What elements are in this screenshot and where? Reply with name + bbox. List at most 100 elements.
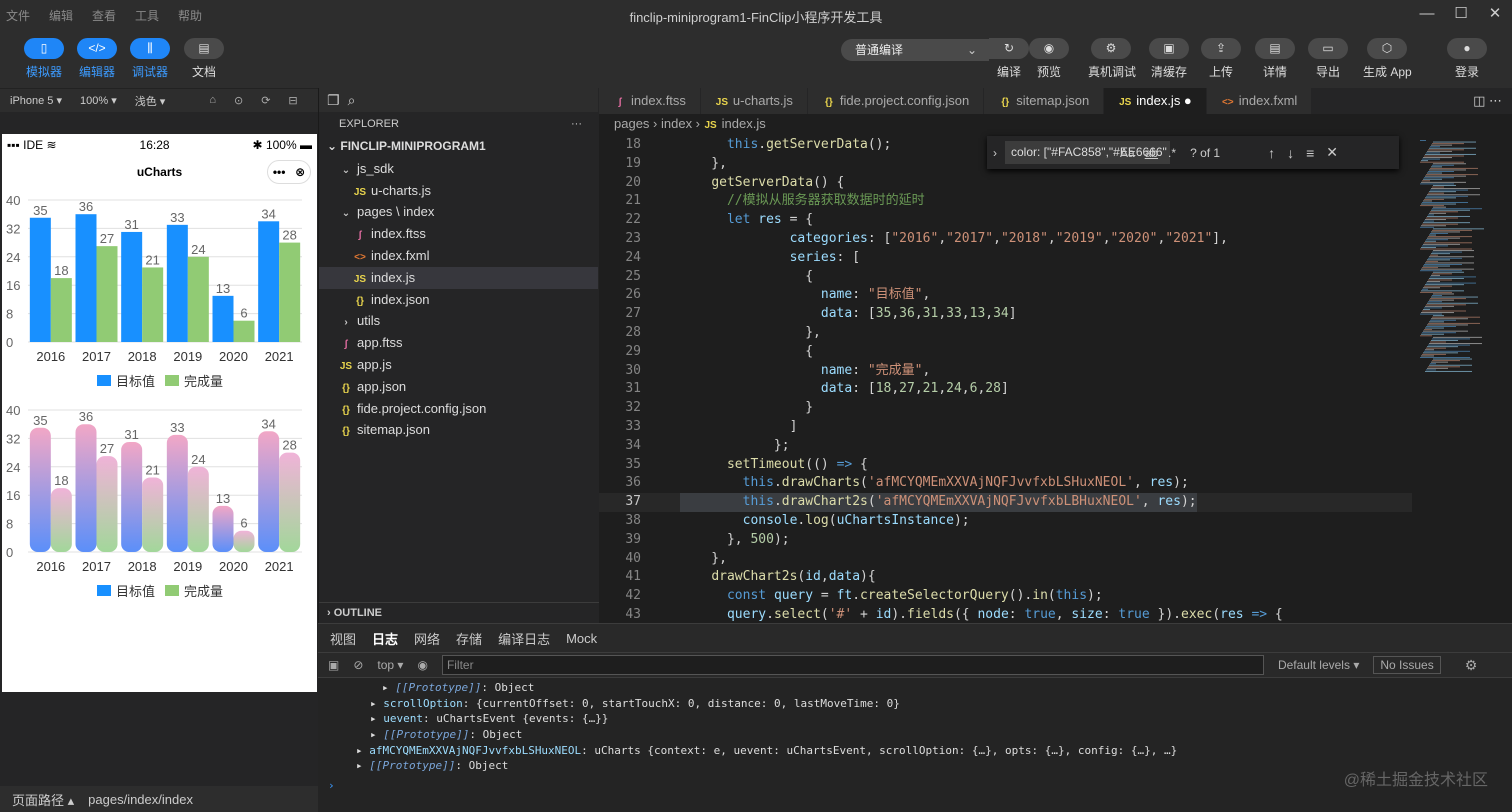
- code-area[interactable]: 18 this.getServerData(); 19 }, 20 getServe…: [599, 136, 1412, 623]
- console-filter-input[interactable]: Filter: [441, 655, 1264, 675]
- split-editor-icon[interactable]: ◫ ⋯: [1463, 88, 1512, 114]
- legend-label[interactable]: 目标值: [116, 374, 155, 389]
- tab-index-ftss[interactable]: ʃ index.ftss: [599, 88, 701, 114]
- home-icon[interactable]: ⌂: [209, 94, 216, 107]
- toolbar-label: 生成 App: [1363, 65, 1412, 79]
- tree-item-index-fxml[interactable]: <> index.fxml: [319, 245, 598, 267]
- match-word-icon[interactable]: ab: [1145, 146, 1158, 160]
- console-prompt[interactable]: ›: [318, 778, 1512, 794]
- breadcrumb-item[interactable]: index.js: [722, 116, 766, 131]
- panel-tab-item[interactable]: 网络: [414, 629, 440, 648]
- panel-tab-mock[interactable]: Mock: [566, 631, 597, 646]
- location-icon[interactable]: ⊙: [234, 94, 243, 107]
- minimap[interactable]: [1412, 136, 1512, 623]
- toolbar-right-button-5[interactable]: ▤ 详情: [1252, 38, 1298, 80]
- panel-tab-item[interactable]: 存储: [456, 629, 482, 648]
- breadcrumb-item[interactable]: pages: [614, 116, 649, 131]
- zoom-select[interactable]: 100% ▾: [80, 94, 117, 107]
- tree-item-u-charts-js[interactable]: JS u-charts.js: [319, 180, 598, 202]
- toolbar-right-button-8[interactable]: ● 登录: [1444, 38, 1490, 80]
- unsaved-dot-icon[interactable]: ●: [1180, 93, 1192, 108]
- outline-section[interactable]: › OUTLINE: [319, 602, 599, 623]
- bar-2018-s0: [121, 231, 143, 342]
- close-icon[interactable]: ✕: [1326, 144, 1338, 161]
- selection-icon[interactable]: ≡: [1306, 145, 1314, 161]
- toolbar-doc-button[interactable]: ▤ 文档: [181, 38, 227, 80]
- sidebar-toggle-icon[interactable]: ▣: [328, 658, 339, 672]
- split-icon[interactable]: ⊟: [288, 94, 297, 107]
- tree-item-utils[interactable]: › utils: [319, 310, 598, 332]
- toolbar-phone-button[interactable]: ▯ 模拟器: [21, 38, 67, 80]
- toolbar-right-button-1[interactable]: ◉ 预览: [1026, 38, 1072, 80]
- tree-item-fide-project-config-json[interactable]: {} fide.project.config.json: [319, 398, 598, 420]
- page-path-toggle[interactable]: 页面路径 ▴: [12, 790, 74, 809]
- toolbar-right-button-7[interactable]: ⬡ 生成 App: [1363, 38, 1412, 80]
- tree-item-index-json[interactable]: {} index.json: [319, 289, 598, 311]
- panel-tab-item[interactable]: 日志: [372, 629, 398, 648]
- legend-label[interactable]: 完成量: [184, 584, 223, 599]
- tree-item-app-ftss[interactable]: ʃ app.ftss: [319, 332, 598, 354]
- files-icon[interactable]: ❐: [327, 92, 340, 109]
- tab-u-charts-js[interactable]: JS u-charts.js: [700, 88, 808, 114]
- minimap-line: [1433, 228, 1484, 230]
- minimize-icon[interactable]: —: [1410, 0, 1444, 30]
- panel-tab-item[interactable]: 视图: [330, 629, 356, 648]
- tree-item-app-json[interactable]: {} app.json: [319, 376, 598, 398]
- close-icon[interactable]: ⊗: [295, 156, 305, 188]
- console-line[interactable]: ▸ [[Prototype]]: Object: [318, 727, 1512, 743]
- toolbar-code-button[interactable]: </> 编辑器: [74, 38, 120, 80]
- console-token: scrollOption: [383, 696, 463, 710]
- tree-item-app-js[interactable]: JS app.js: [319, 354, 598, 376]
- context-select[interactable]: top ▾: [377, 658, 403, 672]
- arrow-up-icon[interactable]: ↑: [1268, 145, 1275, 161]
- toolbar-right-button-6[interactable]: ▭ 导出: [1305, 38, 1351, 80]
- toolbar-right-button-4[interactable]: ⇪ 上传: [1198, 38, 1244, 80]
- js-file-icon: JS: [353, 273, 367, 285]
- tab-index-js[interactable]: JS index.js ●: [1104, 88, 1207, 114]
- more-icon[interactable]: ···: [571, 118, 582, 130]
- tab-sitemap-json[interactable]: {} sitemap.json: [984, 88, 1105, 114]
- data-label: 36: [79, 409, 93, 424]
- console-line[interactable]: ▸ [[Prototype]]: Object: [318, 758, 1512, 774]
- code-line-24: 24 series: [: [599, 249, 1412, 268]
- clear-console-icon[interactable]: ⊘: [353, 658, 363, 672]
- breadcrumb-item[interactable]: index: [661, 116, 692, 131]
- console-line[interactable]: ▸ [[Prototype]]: Object: [318, 680, 1512, 696]
- console-line[interactable]: ▸ scrollOption: {currentOffset: 0, start…: [318, 696, 1512, 712]
- legend-label[interactable]: 完成量: [184, 374, 223, 389]
- panel-tab-item[interactable]: 编译日志: [498, 629, 550, 648]
- regex-icon[interactable]: .*: [1168, 146, 1176, 160]
- theme-select[interactable]: 浅色 ▾: [135, 93, 166, 109]
- match-case-icon[interactable]: Aa: [1120, 146, 1135, 160]
- toolbar-debug-button[interactable]: ⫼ 调试器: [127, 38, 173, 80]
- settings-gear-icon[interactable]: ⚙: [1465, 657, 1478, 674]
- toolbar-right-button-2[interactable]: ⚙ 真机调试: [1088, 38, 1136, 80]
- code-line-34: 34 };: [599, 437, 1412, 456]
- arrow-down-icon[interactable]: ↓: [1287, 145, 1294, 161]
- chevron-right-icon[interactable]: ›: [993, 146, 997, 160]
- tree-item-sitemap-json[interactable]: {} sitemap.json: [319, 419, 598, 441]
- tab-fide-project-config-json[interactable]: {} fide.project.config.json: [807, 88, 985, 114]
- device-select[interactable]: iPhone 5 ▾: [10, 94, 62, 107]
- capsule-menu[interactable]: ••• ⊗: [267, 160, 311, 184]
- tree-root[interactable]: ⌄ FINCLIP-MINIPROGRAM1: [319, 136, 598, 158]
- tab-index-fxml[interactable]: <> index.fxml: [1206, 88, 1313, 114]
- eye-icon[interactable]: ◉: [417, 658, 427, 672]
- more-icon[interactable]: •••: [273, 156, 286, 188]
- toolbar-right-button-3[interactable]: ▣ 清缓存: [1146, 38, 1192, 80]
- tree-item-pages-index[interactable]: ⌄ pages \ index: [319, 201, 598, 223]
- search-icon[interactable]: ⌕: [348, 92, 356, 109]
- levels-select[interactable]: Default levels ▾: [1278, 658, 1359, 672]
- maximize-icon[interactable]: ☐: [1444, 0, 1478, 30]
- console-line[interactable]: ▸ afMCYQMEmXXVAjNQFJvvfxbLSHuxNEOL: uCha…: [318, 743, 1512, 759]
- issues-button[interactable]: No Issues: [1373, 656, 1441, 674]
- close-icon[interactable]: ✕: [1478, 0, 1512, 30]
- rotate-icon[interactable]: ⟳: [261, 94, 270, 107]
- tree-item-js-sdk[interactable]: ⌄ js_sdk: [319, 158, 598, 180]
- tree-item-index-ftss[interactable]: ʃ index.ftss: [319, 223, 598, 245]
- legend-label[interactable]: 目标值: [116, 584, 155, 599]
- compile-mode-select[interactable]: 普通编译 ⌄: [841, 39, 989, 61]
- line-code: setTimeout(() => {: [680, 456, 868, 475]
- console-line[interactable]: ▸ uevent: uChartsEvent {events: {…}}: [318, 711, 1512, 727]
- tree-item-index-js[interactable]: JS index.js: [319, 266, 598, 289]
